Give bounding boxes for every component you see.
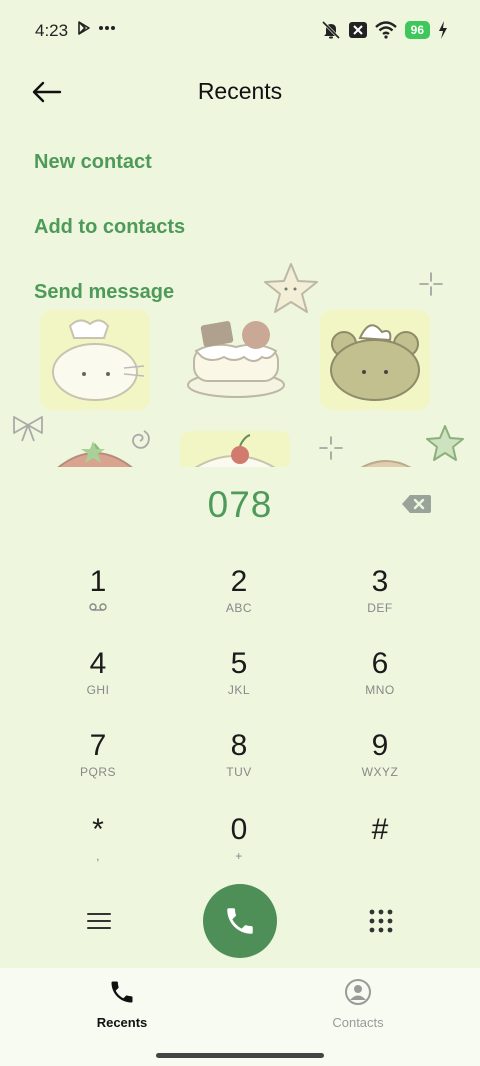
backspace-button[interactable] xyxy=(400,492,434,518)
key-0[interactable]: 0 + xyxy=(169,812,309,886)
key-digit: 0 xyxy=(230,813,248,846)
key-digit: 2 xyxy=(230,565,248,598)
key-star[interactable]: * , xyxy=(28,812,168,886)
status-bar: 4:23 96 xyxy=(0,0,480,62)
key-digit: 3 xyxy=(371,565,389,598)
tab-contacts-label: Contacts xyxy=(332,1015,384,1030)
status-time: 4:23 xyxy=(35,21,69,40)
key-digit: 7 xyxy=(89,729,107,762)
bear-sticker-icon xyxy=(320,310,430,410)
key-digit: 5 xyxy=(230,647,248,680)
key-letters: PQRS xyxy=(79,765,116,779)
key-letters xyxy=(310,848,450,864)
key-letters: ABC xyxy=(225,601,253,615)
sticker-wallpaper xyxy=(0,255,480,467)
voicemail-icon xyxy=(28,600,168,616)
menu-button[interactable] xyxy=(84,906,114,936)
key-digit: * xyxy=(92,813,104,846)
more-notifications-icon xyxy=(99,26,115,30)
battery-level: 96 xyxy=(404,21,430,39)
page-title: Recents xyxy=(197,78,283,104)
key-digit: 4 xyxy=(89,647,107,680)
keypad-toggle-button[interactable] xyxy=(366,906,396,936)
dialpad-icon xyxy=(369,909,393,933)
call-button[interactable] xyxy=(203,884,277,958)
pie-sticker-icon xyxy=(360,460,412,467)
key-hash[interactable]: # xyxy=(310,812,450,886)
key-1[interactable]: 1 xyxy=(28,564,168,638)
home-indicator[interactable] xyxy=(156,1053,324,1058)
key-digit: 8 xyxy=(230,729,248,762)
key-9[interactable]: 9 WXYZ xyxy=(310,728,450,802)
key-letters: TUV xyxy=(226,765,252,779)
dialer-actions xyxy=(0,884,480,958)
play-store-icon xyxy=(78,21,90,35)
key-8[interactable]: 8 TUV xyxy=(169,728,309,802)
new-contact-button[interactable]: New contact xyxy=(34,151,152,174)
wifi-icon xyxy=(374,21,397,39)
menu-icon xyxy=(87,913,111,929)
key-digit: 9 xyxy=(371,729,389,762)
cat-chef-sticker-icon xyxy=(40,310,150,410)
key-4[interactable]: 4 GHI xyxy=(28,646,168,720)
pancake-sticker-icon xyxy=(187,321,285,398)
key-letters: GHI xyxy=(86,683,110,697)
key-letters: DEF xyxy=(367,601,393,615)
sparkle-sticker-icon xyxy=(319,436,343,460)
tab-contacts[interactable]: Contacts xyxy=(288,978,428,1030)
add-to-contacts-button[interactable]: Add to contacts xyxy=(34,216,185,239)
key-letters: WXYZ xyxy=(361,765,399,779)
sparkle-sticker-icon xyxy=(419,272,443,296)
mute-bell-icon xyxy=(321,20,340,40)
key-7[interactable]: 7 PQRS xyxy=(28,728,168,802)
key-2[interactable]: 2 ABC xyxy=(169,564,309,638)
phone-icon xyxy=(111,981,133,1003)
bottom-navigation: Recents Contacts xyxy=(0,968,480,1066)
key-3[interactable]: 3 DEF xyxy=(310,564,450,638)
phone-icon xyxy=(227,908,253,934)
key-digit: 6 xyxy=(371,647,389,680)
key-5[interactable]: 5 JKL xyxy=(169,646,309,720)
key-digit: 1 xyxy=(89,565,107,598)
cherry-cake-sticker-icon xyxy=(180,431,290,467)
key-digit: # xyxy=(371,813,389,846)
bow-sticker-icon xyxy=(13,416,43,442)
backspace-icon xyxy=(402,495,431,513)
charging-icon xyxy=(439,21,447,39)
key-letters: , xyxy=(96,849,100,863)
small-star-sticker-icon xyxy=(81,441,105,463)
key-letters: + xyxy=(235,849,243,863)
tab-recents[interactable]: Recents xyxy=(52,978,192,1030)
key-letters: JKL xyxy=(227,683,251,697)
star-sticker-icon xyxy=(264,263,318,313)
key-6[interactable]: 6 MNO xyxy=(310,646,450,720)
no-sim-icon xyxy=(348,22,367,38)
top-app-bar: Recents xyxy=(0,62,480,122)
green-star-sticker-icon xyxy=(426,425,464,461)
contact-icon xyxy=(345,979,371,1005)
tab-recents-label: Recents xyxy=(96,1015,148,1030)
key-letters: MNO xyxy=(365,683,395,697)
